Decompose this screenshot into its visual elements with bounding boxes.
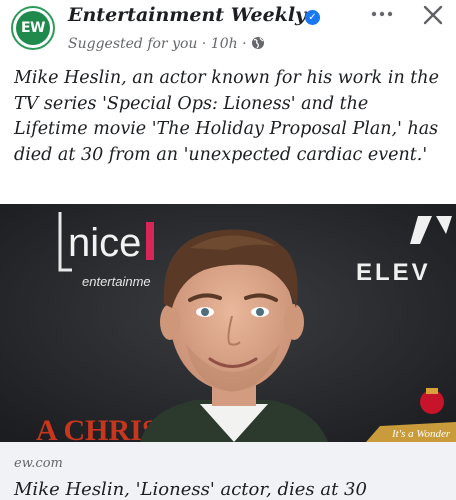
globe-icon [251,37,264,49]
post-photo[interactable]: nice entertainme ELEV A CHRIST It's a Wo… [0,204,456,442]
close-icon[interactable] [420,2,446,28]
more-icon[interactable] [368,4,396,24]
post-header: EW Entertainment Weekly ✓ Suggested for … [0,0,456,62]
photo-illustration: nice entertainme ELEV A CHRIST It's a Wo… [0,204,456,442]
page-avatar[interactable]: EW [11,6,55,50]
post-caption: Mike Heslin, an actor known for his work… [14,68,439,165]
link-headline[interactable]: Mike Heslin, 'Lioness' actor, dies at 30 [14,479,367,500]
backdrop-right-word: ELEV [356,259,431,286]
post-meta-text: Suggested for you · 10h · [68,36,247,52]
post-meta: Suggested for you · 10h · [68,36,265,52]
backdrop-gift-tag: It's a Wonder [391,428,451,440]
backdrop-logo-word: nice [68,221,141,265]
link-domain: ew.com [14,456,63,471]
page-name[interactable]: Entertainment Weekly [68,4,306,26]
backdrop-logo-sub: entertainme [82,274,151,289]
verified-badge-icon: ✓ [305,10,320,25]
avatar-logo: EW [16,11,50,45]
